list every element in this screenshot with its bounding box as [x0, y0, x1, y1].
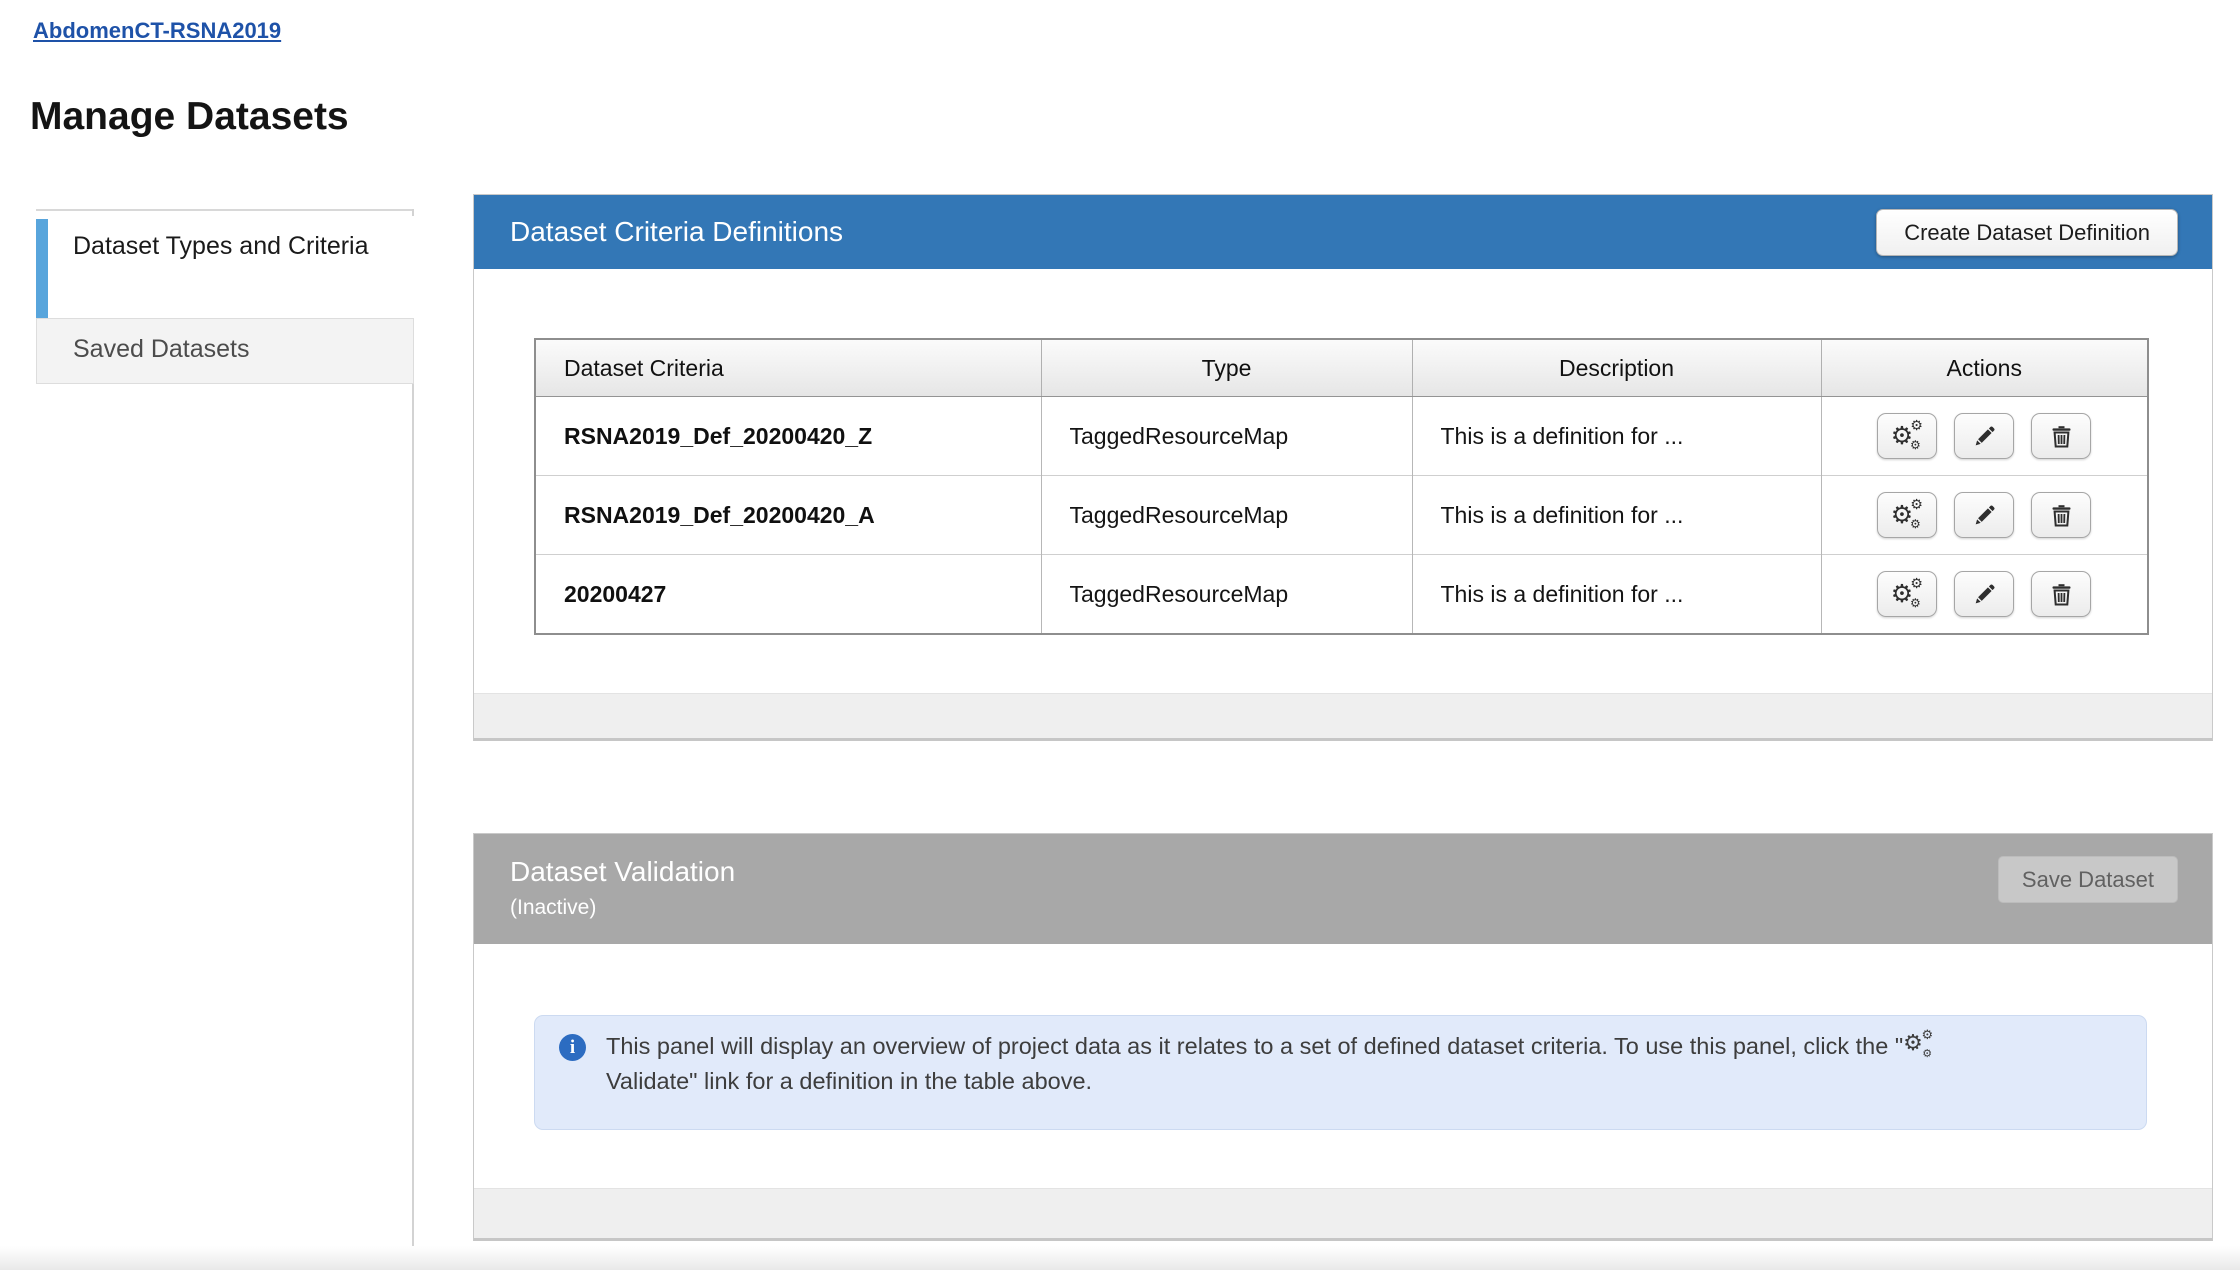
pencil-icon: [1973, 425, 1996, 448]
dataset-criteria-table: Dataset Criteria Type Description Action…: [534, 338, 2149, 635]
definitions-panel-body: Dataset Criteria Type Description Action…: [474, 269, 2212, 695]
definitions-panel-footer: [474, 693, 2212, 738]
validate-button[interactable]: ⚙⚙⚙: [1877, 413, 1937, 459]
gears-icon: ⚙⚙⚙: [1903, 1033, 1933, 1057]
sidebar-tab-label: Saved Datasets: [73, 335, 250, 364]
dataset-type: TaggedResourceMap: [1070, 502, 1289, 528]
column-header-description: Description: [1412, 339, 1821, 397]
delete-button[interactable]: [2031, 571, 2091, 617]
save-dataset-button[interactable]: Save Dataset: [1998, 856, 2178, 903]
dataset-validation-panel: Dataset Validation (Inactive) Save Datas…: [473, 833, 2213, 1241]
edit-button[interactable]: [1954, 413, 2014, 459]
sidebar-tab-label: Dataset Types and Criteria: [73, 229, 373, 263]
edit-button[interactable]: [1954, 571, 2014, 617]
create-dataset-definition-button[interactable]: Create Dataset Definition: [1876, 209, 2178, 256]
row-actions: ⚙⚙⚙: [1877, 413, 2091, 459]
pencil-icon: [1973, 504, 1996, 527]
validation-panel-title: Dataset Validation: [510, 856, 735, 888]
validate-button[interactable]: ⚙⚙⚙: [1877, 492, 1937, 538]
dataset-description: This is a definition for ...: [1441, 581, 1684, 607]
page-bottom-edge: [0, 1246, 2240, 1270]
active-tab-indicator-bar: [36, 219, 48, 318]
delete-button[interactable]: [2031, 492, 2091, 538]
sidebar-tab-dataset-types-and-criteria[interactable]: Dataset Types and Criteria: [36, 216, 414, 318]
row-actions: ⚙⚙⚙: [1877, 492, 2091, 538]
edit-button[interactable]: [1954, 492, 2014, 538]
column-header-type: Type: [1041, 339, 1412, 397]
column-header-dataset-criteria: Dataset Criteria: [535, 339, 1041, 397]
table-row: RSNA2019_Def_20200420_A TaggedResourceMa…: [535, 476, 2148, 555]
gears-icon: ⚙⚙⚙: [1891, 580, 1924, 608]
dataset-criteria-name: RSNA2019_Def_20200420_A: [564, 502, 875, 528]
dataset-criteria-name: 20200427: [564, 581, 666, 607]
gears-icon: ⚙⚙⚙: [1891, 501, 1924, 529]
trash-icon: [2051, 425, 2072, 448]
delete-button[interactable]: [2031, 413, 2091, 459]
gears-icon: ⚙⚙⚙: [1891, 422, 1924, 450]
trash-icon: [2051, 504, 2072, 527]
dataset-criteria-definitions-panel: Dataset Criteria Definitions Create Data…: [473, 194, 2213, 741]
pencil-icon: [1973, 583, 1996, 606]
dataset-type: TaggedResourceMap: [1070, 423, 1289, 449]
dataset-criteria-name: RSNA2019_Def_20200420_Z: [564, 423, 872, 449]
sidebar-tab-saved-datasets[interactable]: Saved Datasets: [36, 318, 414, 384]
sidebar-top-divider: [36, 209, 414, 211]
info-circle-icon: i: [559, 1034, 586, 1061]
project-breadcrumb-link[interactable]: AbdomenCT-RSNA2019: [33, 18, 281, 44]
table-header-row: Dataset Criteria Type Description Action…: [535, 339, 2148, 397]
validation-info-text: This panel will display an overview of p…: [606, 1029, 2116, 1099]
validate-button[interactable]: ⚙⚙⚙: [1877, 571, 1937, 617]
page-title: Manage Datasets: [30, 95, 349, 139]
validation-panel-footer: [474, 1188, 2212, 1238]
row-actions: ⚙⚙⚙: [1877, 571, 2091, 617]
validation-panel-body: i This panel will display an overview of…: [474, 944, 2212, 1190]
definitions-panel-title: Dataset Criteria Definitions: [510, 216, 843, 248]
dataset-type: TaggedResourceMap: [1070, 581, 1289, 607]
definitions-panel-header: Dataset Criteria Definitions Create Data…: [474, 195, 2212, 269]
validation-panel-header: Dataset Validation (Inactive) Save Datas…: [474, 834, 2212, 944]
manage-datasets-page: AbdomenCT-RSNA2019 Manage Datasets Datas…: [0, 0, 2240, 1270]
column-header-actions: Actions: [1821, 339, 2148, 397]
table-row: 20200427 TaggedResourceMap This is a def…: [535, 555, 2148, 635]
validation-panel-status: (Inactive): [510, 896, 596, 920]
dataset-description: This is a definition for ...: [1441, 423, 1684, 449]
table-row: RSNA2019_Def_20200420_Z TaggedResourceMa…: [535, 397, 2148, 476]
trash-icon: [2051, 583, 2072, 606]
validation-info-box: i This panel will display an overview of…: [534, 1015, 2147, 1130]
dataset-description: This is a definition for ...: [1441, 502, 1684, 528]
